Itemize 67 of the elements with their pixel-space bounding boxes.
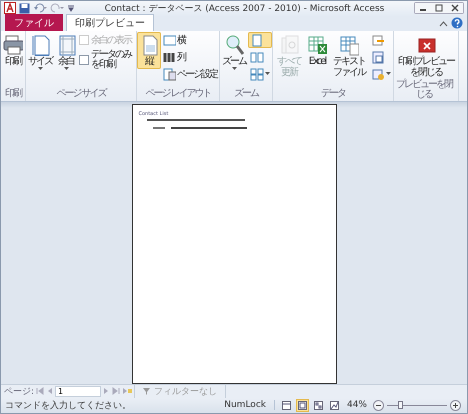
group-label: ページ レイアウト (144, 86, 212, 101)
text-file-icon (339, 34, 359, 56)
view-button[interactable] (328, 398, 341, 412)
minimize-ribbon-icon[interactable] (439, 20, 448, 29)
caret-icon (386, 72, 391, 76)
close-icon (450, 4, 460, 12)
page-size-icon (30, 34, 50, 56)
file-tab[interactable]: ファイル (5, 14, 63, 31)
group-label: ズーム (233, 86, 260, 101)
maximize-icon (434, 4, 444, 12)
checkbox[interactable] (79, 54, 89, 65)
ribbon-button[interactable]: 印刷プレビューを閉じる (394, 32, 458, 80)
ribbon-button[interactable]: ページ設定 (161, 66, 219, 82)
landscape-page-icon (163, 32, 176, 47)
checkbox-option[interactable]: データのみを印刷 (78, 48, 136, 71)
ribbon-button[interactable]: テキストファイル (329, 32, 369, 80)
caret-icon (265, 72, 270, 76)
group-label: データ (320, 86, 346, 101)
caret-icon (38, 66, 42, 70)
save-icon[interactable] (19, 2, 30, 14)
view-icon (314, 400, 323, 410)
minimize-button[interactable] (415, 3, 431, 14)
zoom-out-button[interactable] (373, 400, 384, 411)
group-label: ページ サイズ (55, 86, 108, 101)
close-button[interactable] (447, 3, 463, 14)
two-pages-icon (250, 50, 264, 64)
view-icon (298, 400, 307, 410)
view-button[interactable] (280, 398, 293, 412)
ribbon-button[interactable]: 横 (161, 32, 219, 48)
help-icon[interactable] (451, 16, 463, 29)
access-logo-icon (4, 2, 16, 14)
view-icon (330, 400, 339, 410)
view-button[interactable] (312, 398, 325, 412)
multiple-pages-icon (250, 66, 264, 81)
magnifier-icon (224, 34, 244, 56)
zoom-percent: 44% (346, 400, 367, 410)
refresh-pages-icon (279, 34, 299, 56)
zoom-in-button[interactable] (450, 400, 461, 411)
group-label: プレビューを閉じる (395, 80, 454, 101)
ribbon-button[interactable]: 縦 (137, 32, 161, 69)
customize-menu-icon[interactable] (67, 3, 75, 14)
numlock-indicator: NumLock (224, 400, 275, 410)
caret-icon (64, 66, 68, 70)
view-button[interactable] (296, 398, 309, 412)
one-page-icon (250, 32, 264, 47)
icon-button[interactable] (248, 66, 272, 82)
caret-icon (232, 66, 236, 70)
ribbon-button[interactable]: Excel (305, 32, 329, 69)
excel-sheet-icon (307, 34, 327, 56)
window-title: Contact : データベース (Access 2007 - 2010) - Microsoft Access (104, 2, 386, 15)
ribbon-button[interactable]: サイズ (26, 32, 54, 72)
export-icon (371, 32, 385, 47)
icon-button[interactable] (248, 32, 272, 48)
view-icon (282, 400, 291, 410)
page-number-field[interactable]: 1 (55, 386, 102, 397)
ribbon-button[interactable]: 印刷 (1, 32, 25, 69)
group-label: 印刷 (4, 86, 22, 101)
ribbon-button[interactable]: ズーム (220, 32, 248, 72)
page-setup-icon (163, 66, 176, 81)
printer-icon (3, 34, 23, 56)
ribbon-button[interactable]: 余白 (54, 32, 78, 72)
undo-icon[interactable] (33, 3, 47, 14)
slider-thumb[interactable] (398, 400, 404, 409)
page-label: ページ: (4, 386, 34, 398)
ribbon-button[interactable]: 列 (161, 48, 219, 65)
status-message: コマンドを入力してください。 (5, 400, 132, 412)
ribbon-tab[interactable]: 印刷プレビュー (66, 14, 154, 31)
